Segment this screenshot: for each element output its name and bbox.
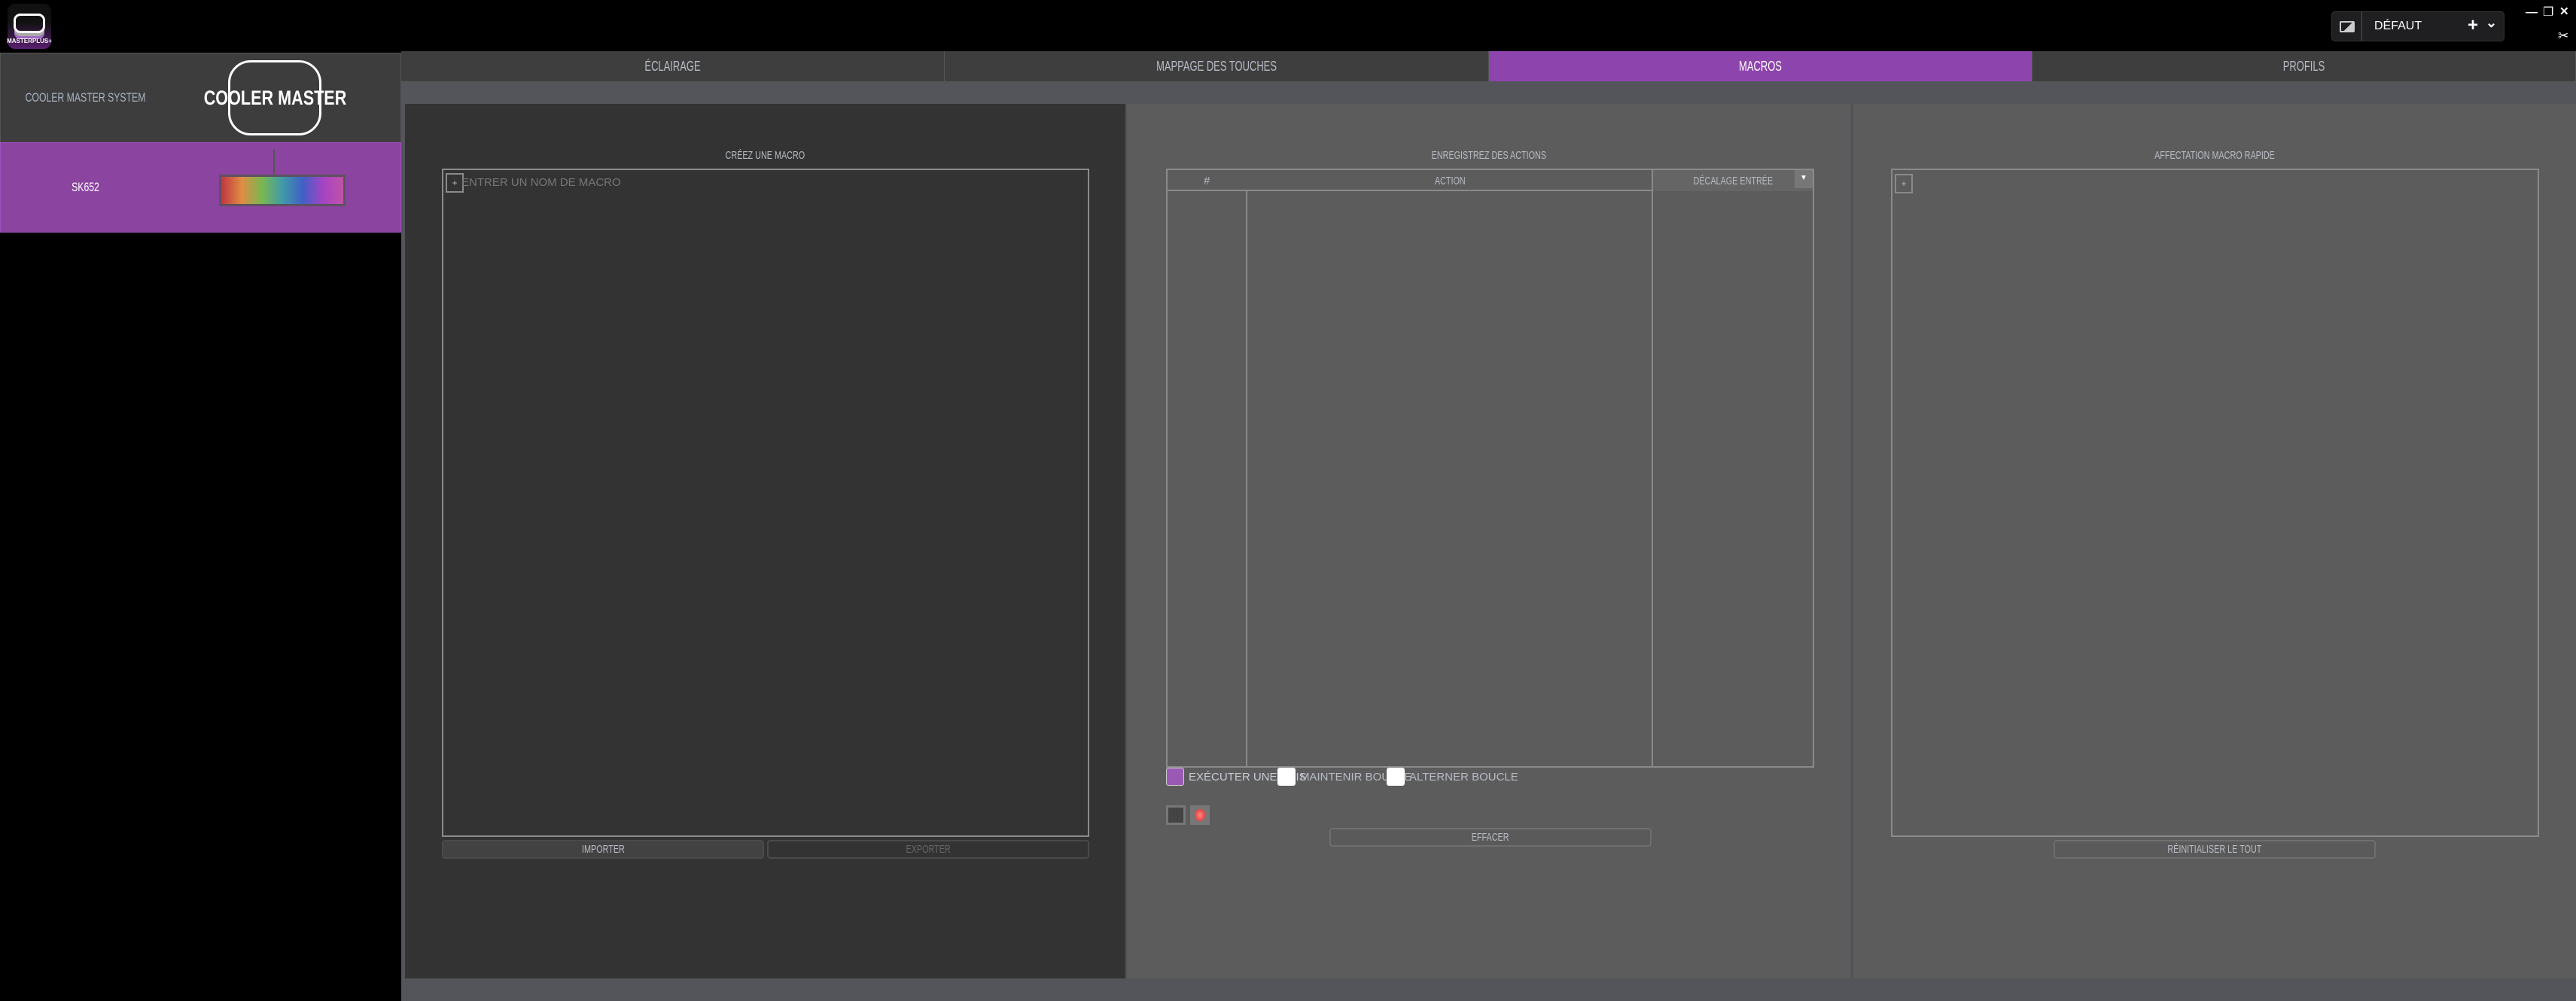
create-macro-title: CRÉEZ UNE MACRO [725, 149, 805, 162]
tab-macros[interactable]: MACROS [1488, 51, 2032, 81]
hold-loop-checkbox[interactable] [1277, 768, 1296, 786]
minimize-button[interactable]: — [2526, 6, 2538, 20]
profile-selector[interactable]: DÉFAUT + ⌄ [2331, 11, 2504, 41]
close-button[interactable]: ✕ [2559, 5, 2569, 18]
clear-button[interactable]: EFFACER [1329, 828, 1652, 847]
tools-icon[interactable]: ✂ [2558, 29, 2568, 44]
column-header-delay[interactable]: DÉCALAGE ENTRÉE [1653, 170, 1813, 191]
macro-name-input[interactable]: ENTRER UN NOM DE MACRO [461, 176, 621, 189]
toggle-loop-checkbox[interactable] [1387, 768, 1405, 786]
import-button[interactable]: IMPORTER [442, 840, 764, 859]
chevron-down-icon[interactable]: ⌄ [2486, 15, 2497, 31]
image-icon[interactable] [2332, 12, 2362, 41]
tab-profils[interactable]: PROFILS [2032, 51, 2576, 81]
quick-macro-title: AFFECTATION MACRO RAPIDE [2154, 149, 2275, 162]
stop-button[interactable] [1166, 805, 1186, 825]
cooler-master-logo: COOLER MASTER [203, 60, 346, 135]
toggle-loop-label: ALTERNER BOUCLE [1409, 771, 1518, 783]
keyboard-image [219, 175, 346, 206]
sidebar-item-cooler-master-system[interactable]: COOLER MASTER SYSTEM COOLER MASTER [0, 53, 401, 143]
export-button[interactable]: EXPORTER [767, 840, 1089, 859]
delay-dropdown-icon[interactable]: ▼ [1795, 170, 1813, 188]
restore-button[interactable]: ❐ [2543, 5, 2553, 20]
quick-macro-list[interactable]: + [1891, 169, 2539, 837]
column-header-number: # [1204, 175, 1210, 187]
record-button[interactable] [1190, 805, 1210, 825]
profile-name: DÉFAUT [2374, 20, 2422, 32]
actions-table: # ACTION DÉCALAGE ENTRÉE ▼ [1166, 169, 1814, 768]
tab-bar: ÉCLAIRAGE MAPPAGE DES TOUCHES MACROS PRO… [401, 51, 2576, 81]
create-macro-panel: CRÉEZ UNE MACRO + ENTRER UN NOM DE MACRO… [405, 104, 1125, 978]
quick-macro-panel: AFFECTATION MACRO RAPIDE + RÉINITIALISER… [1852, 104, 2576, 978]
masterplus-logo: MASTERPLUS+ [7, 4, 52, 49]
run-once-checkbox[interactable] [1166, 768, 1184, 786]
macro-list[interactable]: + ENTRER UN NOM DE MACRO [442, 169, 1089, 837]
keyboard-cable [273, 149, 275, 175]
column-header-action: ACTION [1435, 175, 1466, 187]
add-quick-macro-button[interactable]: + [1895, 174, 1913, 193]
record-actions-panel: ENREGISTREZ DES ACTIONS # ACTION DÉCALAG… [1127, 104, 1850, 978]
record-actions-title: ENREGISTREZ DES ACTIONS [1431, 149, 1546, 162]
add-profile-button[interactable]: + [2468, 15, 2478, 36]
tab-mappage-des-touches[interactable]: MAPPAGE DES TOUCHES [945, 51, 1489, 81]
tab-eclairage[interactable]: ÉCLAIRAGE [401, 51, 945, 81]
sidebar-item-sk652[interactable]: SK652 [0, 142, 401, 233]
reset-all-button[interactable]: RÉINITIALISER LE TOUT [2054, 840, 2376, 859]
